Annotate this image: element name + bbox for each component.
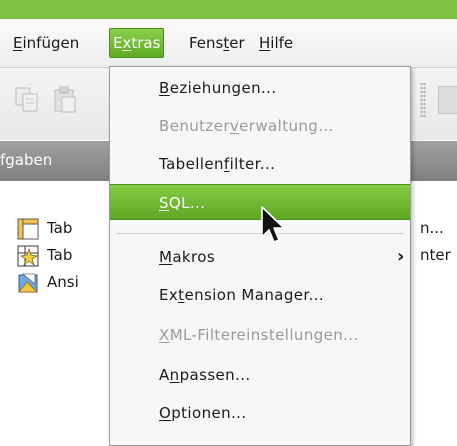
task-item[interactable]: Tab: [17, 218, 117, 240]
table-design-icon: [17, 218, 39, 240]
task-description-cutoff: nter: [420, 246, 451, 264]
task-item[interactable]: Ansi: [17, 272, 117, 294]
menu-item-optionen[interactable]: Optionen...: [110, 395, 410, 431]
task-description-cutoff: n...: [420, 219, 444, 237]
view-create-icon: [18, 273, 38, 293]
window-title-strip: [0, 0, 457, 19]
extras-dropdown-menu: Beziehungen... Benutzerverwaltung... Tab…: [109, 66, 411, 446]
task-label: Tab: [47, 246, 73, 264]
menubar: Einfügen Extras Fenster Hilfe: [0, 19, 457, 68]
toolbar-partial-button[interactable]: [438, 86, 457, 114]
toolbar-separator: [420, 82, 426, 118]
copy-icon[interactable]: [14, 86, 40, 114]
chevron-right-icon: ›: [397, 246, 405, 267]
paste-icon[interactable]: [52, 86, 78, 114]
task-label: Ansi: [47, 273, 79, 291]
tasks-pane-title: fgaben: [0, 151, 53, 169]
task-item[interactable]: Tab: [17, 245, 117, 267]
menu-fenster[interactable]: Fenster: [186, 31, 248, 55]
menu-hilfe[interactable]: Hilfe: [256, 31, 296, 55]
menu-item-benutzerverwaltung: Benutzerverwaltung...: [159, 117, 334, 135]
menu-item-extension-manager[interactable]: Extension Manager...: [110, 277, 410, 313]
menu-extras[interactable]: Extras: [109, 28, 165, 58]
menu-item-tabellenfilter[interactable]: Tabellenfilter...: [110, 146, 410, 182]
menu-item-xml-filtereinstellungen: XML-Filtereinstellungen...: [159, 326, 359, 344]
table-wizard-icon: [17, 245, 39, 267]
task-label: Tab: [47, 219, 73, 237]
menu-einfuegen[interactable]: Einfügen: [10, 31, 82, 55]
mouse-pointer-icon: [261, 206, 285, 243]
menu-item-anpassen[interactable]: Anpassen...: [110, 357, 410, 393]
menu-item-beziehungen[interactable]: Beziehungen...: [110, 70, 410, 106]
